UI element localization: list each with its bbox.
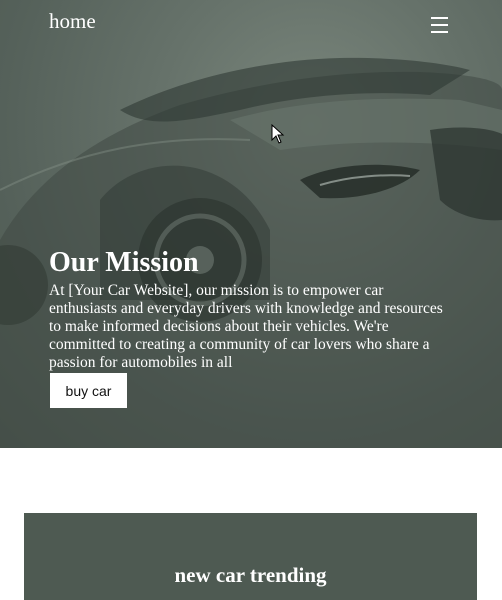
mission-title: Our Mission	[49, 247, 199, 278]
mouse-cursor-icon	[271, 124, 285, 144]
hamburger-menu-icon[interactable]	[429, 14, 451, 36]
hero-section: home Our Mission At [Your Car Website], …	[0, 0, 502, 448]
mission-description: At [Your Car Website], our mission is to…	[49, 282, 443, 371]
trending-section: new car trending	[24, 513, 477, 600]
trending-title: new car trending	[174, 563, 327, 587]
buy-car-button[interactable]: buy car	[50, 373, 127, 408]
nav-home-link[interactable]: home	[49, 9, 96, 34]
